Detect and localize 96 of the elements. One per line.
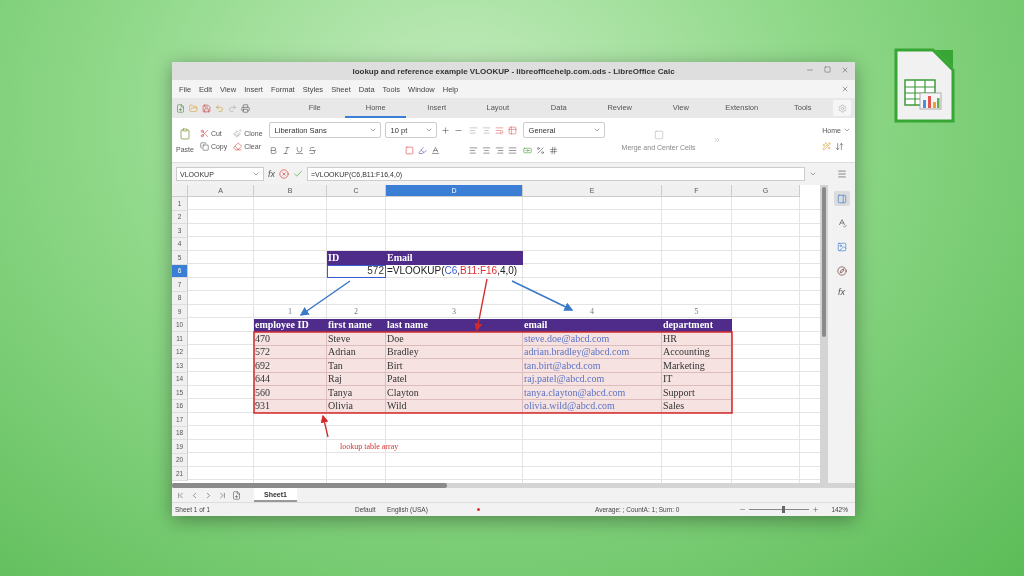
arrow	[299, 280, 351, 316]
header-cell: Email	[386, 251, 523, 265]
vertical-scrollbar[interactable]	[820, 185, 828, 483]
settings-button[interactable]	[833, 100, 851, 116]
table-cell: Tanya	[327, 386, 386, 400]
spreadsheet-logo-icon	[893, 47, 956, 124]
eraser-icon[interactable]	[233, 142, 243, 151]
wand-icon[interactable]	[822, 141, 832, 151]
table-cell: Support	[662, 386, 732, 400]
formula-text: =VLOOKUP(C6,B11:F16,4,0)	[387, 265, 518, 277]
annotation-text: lookup table array	[340, 441, 399, 451]
header-cell: ID	[327, 251, 386, 265]
paintbrush-icon[interactable]	[233, 129, 243, 138]
printer-icon[interactable]	[241, 103, 250, 113]
next-sheet-icon[interactable]	[204, 490, 213, 500]
settings-icon[interactable]	[837, 103, 847, 113]
caret-icon[interactable]	[843, 126, 851, 134]
arrow	[474, 278, 488, 332]
clipboard-icon[interactable]	[178, 127, 191, 140]
currency-icon[interactable]	[522, 145, 532, 155]
column-number-label: 1	[288, 306, 292, 316]
email-cell: tanya.clayton@abcd.com	[523, 386, 662, 400]
undo-icon[interactable]	[215, 103, 224, 113]
column-number-label: 3	[452, 306, 456, 316]
maximize-icon[interactable]	[824, 66, 831, 73]
first-sheet-icon[interactable]	[176, 490, 185, 500]
insert-rows-icon[interactable]	[507, 125, 517, 135]
align-right-icon[interactable]	[494, 145, 504, 155]
strikethrough-icon[interactable]	[307, 145, 317, 155]
function-wizard-button[interactable]: fx	[268, 169, 275, 179]
align-top-icon[interactable]	[468, 125, 478, 135]
table-cell: Birt	[386, 359, 523, 373]
header-cell: employee ID	[254, 318, 327, 332]
highlighter-icon[interactable]	[417, 145, 427, 155]
align-left-icon[interactable]	[468, 145, 478, 155]
column-number-label: 2	[354, 306, 358, 316]
caret-icon[interactable]	[424, 126, 433, 134]
navigator-icon[interactable]	[836, 265, 847, 276]
justify-icon[interactable]	[507, 145, 517, 155]
menu-icon[interactable]	[837, 169, 847, 179]
redo-icon[interactable]	[228, 103, 237, 113]
header-cell: department	[662, 318, 732, 332]
more-icon[interactable]	[712, 136, 721, 144]
align-center-icon[interactable]	[481, 145, 491, 155]
close-icon[interactable]	[841, 85, 849, 93]
header-cell: email	[523, 318, 662, 332]
column-number-label: 5	[694, 306, 699, 316]
window-title: lookup and reference example VLOOKUP - libreofficehelp.com.ods - LibreOffice Calc	[352, 66, 675, 76]
copy-icon[interactable]	[199, 142, 209, 151]
styles-icon[interactable]	[836, 217, 847, 228]
save-icon[interactable]	[202, 103, 211, 113]
select-all-corner[interactable]	[172, 185, 188, 197]
zoom-out-icon[interactable]	[739, 506, 747, 513]
last-sheet-icon[interactable]	[218, 490, 227, 500]
column-number-label: 4	[590, 306, 594, 316]
zoom-slider-thumb[interactable]	[782, 506, 786, 513]
close-icon[interactable]	[841, 66, 849, 74]
border-icon[interactable]	[404, 145, 414, 155]
add-sheet-icon[interactable]	[232, 490, 241, 500]
arrow	[511, 280, 574, 311]
bold-icon[interactable]	[268, 145, 278, 155]
arrow	[320, 414, 329, 438]
caret-icon[interactable]	[809, 170, 817, 178]
cancel-icon[interactable]	[279, 169, 289, 179]
scissors-icon[interactable]	[199, 129, 209, 138]
modified-indicator-icon	[477, 508, 480, 511]
folder-icon[interactable]	[189, 103, 198, 113]
previous-sheet-icon[interactable]	[190, 490, 199, 500]
italic-icon[interactable]	[281, 145, 291, 155]
table-cell: 692	[254, 359, 327, 373]
properties-icon[interactable]	[836, 193, 847, 204]
new-document-icon[interactable]	[176, 103, 185, 113]
number-icon[interactable]	[548, 145, 558, 155]
zoom-in-icon[interactable]	[812, 506, 820, 513]
gallery-icon[interactable]	[836, 241, 847, 252]
functions-button[interactable]: fx	[838, 287, 845, 297]
table-cell: Tan	[327, 359, 386, 373]
align-middle-icon[interactable]	[481, 125, 491, 135]
table-cell: 560	[254, 386, 327, 400]
caret-icon[interactable]	[368, 126, 377, 134]
sort-icon[interactable]	[835, 141, 845, 151]
caret-icon[interactable]	[252, 170, 260, 178]
underline-icon[interactable]	[294, 145, 304, 155]
minimize-icon[interactable]	[806, 66, 814, 74]
caret-icon[interactable]	[592, 126, 601, 134]
header-cell: last name	[386, 318, 523, 332]
wrap-text-icon[interactable]	[494, 125, 504, 135]
header-cell: first name	[327, 318, 386, 332]
grow-font-icon[interactable]	[440, 125, 450, 135]
table-cell: Clayton	[386, 386, 523, 400]
accept-icon[interactable]	[293, 169, 303, 179]
font-color-icon[interactable]	[430, 145, 440, 155]
table-cell: Marketing	[662, 359, 732, 373]
email-cell: tan.birt@abcd.com	[523, 359, 662, 373]
horizontal-scrollbar[interactable]	[172, 483, 855, 488]
percent-icon[interactable]	[535, 145, 545, 155]
